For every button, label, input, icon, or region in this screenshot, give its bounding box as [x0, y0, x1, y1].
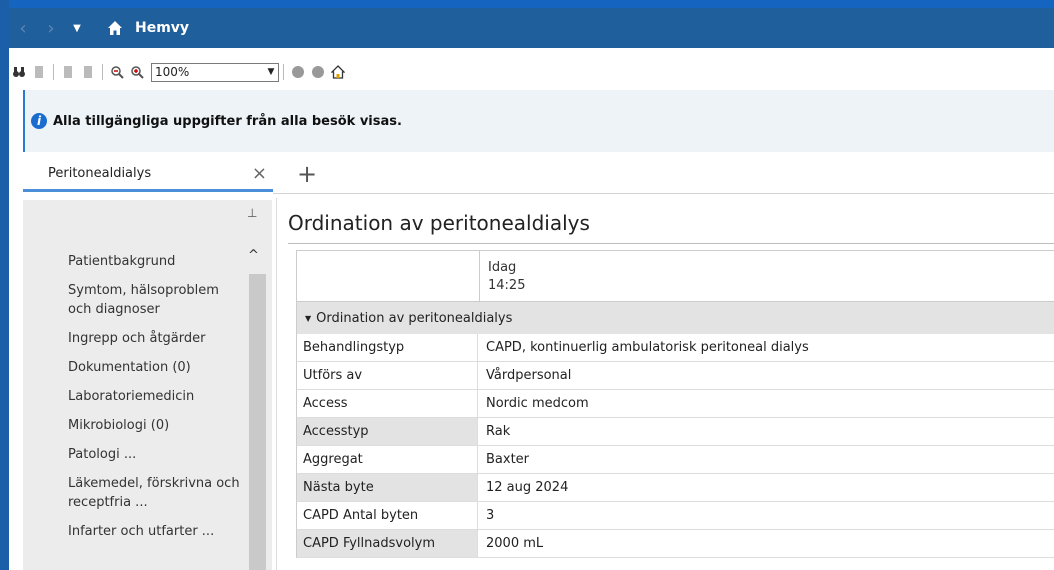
info-icon: i — [31, 113, 47, 129]
sidebar: ⊥ ^ Patientbakgrund Symtom, hälsoproblem… — [23, 200, 272, 570]
row-value: Vårdpersonal — [486, 368, 572, 383]
record-icon[interactable] — [291, 65, 305, 79]
sidebar-item[interactable]: Läkemedel, förskrivna och receptfria ... — [68, 474, 243, 512]
row-key: CAPD Antal byten — [297, 502, 478, 529]
column-header-date: Idag — [488, 260, 517, 275]
zoom-value: 100% — [155, 65, 190, 79]
next-page-icon[interactable] — [81, 65, 95, 79]
row-value: CAPD, kontinuerlig ambulatorisk peritone… — [486, 340, 809, 355]
row-value: 12 aug 2024 — [486, 480, 569, 495]
separator — [53, 64, 54, 80]
title-bar — [9, 0, 1054, 8]
column-header-time: 14:25 — [488, 278, 526, 293]
table-row[interactable]: Accesstyp Rak — [296, 418, 1054, 446]
sidebar-item[interactable]: Laboratoriemedicin — [68, 387, 243, 406]
zoom-in-icon[interactable] — [130, 65, 144, 79]
table-row[interactable]: CAPD Antal byten 3 — [296, 502, 1054, 530]
chevron-down-icon[interactable]: ▼ — [261, 67, 278, 77]
chevron-down-icon[interactable]: ▼ — [305, 314, 311, 323]
row-key: Utförs av — [297, 362, 478, 389]
sidebar-item[interactable]: Patientbakgrund — [68, 252, 243, 271]
info-banner: i Alla tillgängliga uppgifter från alla … — [23, 90, 1054, 152]
row-key: Aggregat — [297, 446, 478, 473]
row-value: Rak — [486, 424, 511, 439]
sidebar-list: Patientbakgrund Symtom, hälsoproblem och… — [68, 252, 243, 551]
separator — [102, 64, 103, 80]
group-label: Ordination av peritonealdialys — [316, 310, 513, 326]
tab-divider — [273, 193, 1054, 194]
sidebar-item[interactable]: Infarter och utfarter ... — [68, 522, 243, 541]
prev-page-icon[interactable] — [61, 65, 75, 79]
page-title-hemvy[interactable]: Hemvy — [135, 20, 189, 36]
table-row[interactable]: Utförs av Vårdpersonal — [296, 362, 1054, 390]
home-icon[interactable] — [107, 20, 123, 36]
table-row[interactable]: Aggregat Baxter — [296, 446, 1054, 474]
sidebar-item[interactable]: Dokumentation (0) — [68, 358, 243, 377]
chevron-down-icon[interactable]: ▼ — [65, 23, 89, 34]
table-row[interactable]: Access Nordic medcom — [296, 390, 1054, 418]
add-tab-button[interactable]: + — [287, 157, 327, 194]
row-value: 3 — [486, 508, 495, 523]
home-icon[interactable] — [331, 65, 345, 79]
binoculars-icon[interactable] — [12, 65, 26, 79]
tab-label: Peritonealdialys — [48, 165, 152, 181]
chevron-up-icon[interactable]: ^ — [248, 248, 259, 263]
row-key: Behandlingstyp — [297, 334, 478, 361]
window-edge — [0, 0, 9, 570]
page-title: Ordination av peritonealdialys — [288, 211, 590, 235]
sidebar-item[interactable]: Mikrobiologi (0) — [68, 416, 243, 435]
separator — [283, 64, 284, 80]
sidebar-item[interactable]: Ingrepp och åtgärder — [68, 329, 243, 348]
sidebar-item[interactable]: Patologi ... — [68, 445, 243, 464]
toolbar: 100% ▼ — [9, 56, 1054, 88]
row-key: Access — [297, 390, 478, 417]
forward-button[interactable]: › — [37, 18, 65, 39]
header-empty-cell — [297, 251, 480, 301]
scrollbar[interactable] — [249, 274, 266, 570]
tab-bar: Peritonealdialys × + — [23, 157, 1054, 194]
nav-bar: ‹ › ▼ Hemvy — [9, 8, 1054, 48]
row-key: CAPD Fyllnadsvolym — [297, 530, 478, 557]
row-value: 2000 mL — [486, 536, 544, 551]
panel-divider — [276, 198, 277, 570]
back-button[interactable]: ‹ — [9, 18, 37, 39]
row-value: Nordic medcom — [486, 396, 589, 411]
pin-icon[interactable]: ⊥ — [247, 206, 257, 220]
column-header[interactable]: Idag 14:25 — [480, 251, 525, 301]
table-row[interactable]: Behandlingstyp CAPD, kontinuerlig ambula… — [296, 334, 1054, 362]
ordination-table: Idag 14:25 ▼ Ordination av peritonealdia… — [296, 250, 1054, 558]
row-key: Nästa byte — [297, 474, 478, 501]
title-underline — [288, 243, 1054, 244]
table-header: Idag 14:25 — [296, 250, 1054, 302]
row-value: Baxter — [486, 452, 530, 467]
row-key: Accesstyp — [297, 418, 478, 445]
stop-icon[interactable] — [311, 65, 325, 79]
close-icon[interactable]: × — [252, 163, 267, 184]
table-row[interactable]: Nästa byte 12 aug 2024 — [296, 474, 1054, 502]
zoom-select[interactable]: 100% ▼ — [151, 62, 279, 82]
zoom-out-icon[interactable] — [110, 65, 124, 79]
info-text: Alla tillgängliga uppgifter från alla be… — [53, 113, 402, 129]
group-header[interactable]: ▼ Ordination av peritonealdialys — [296, 302, 1054, 334]
page-icon[interactable] — [32, 65, 46, 79]
sidebar-item[interactable]: Symtom, hälsoproblem och diagnoser — [68, 281, 243, 319]
table-row[interactable]: CAPD Fyllnadsvolym 2000 mL — [296, 530, 1054, 558]
tab-peritonealdialys[interactable]: Peritonealdialys × — [23, 157, 273, 192]
